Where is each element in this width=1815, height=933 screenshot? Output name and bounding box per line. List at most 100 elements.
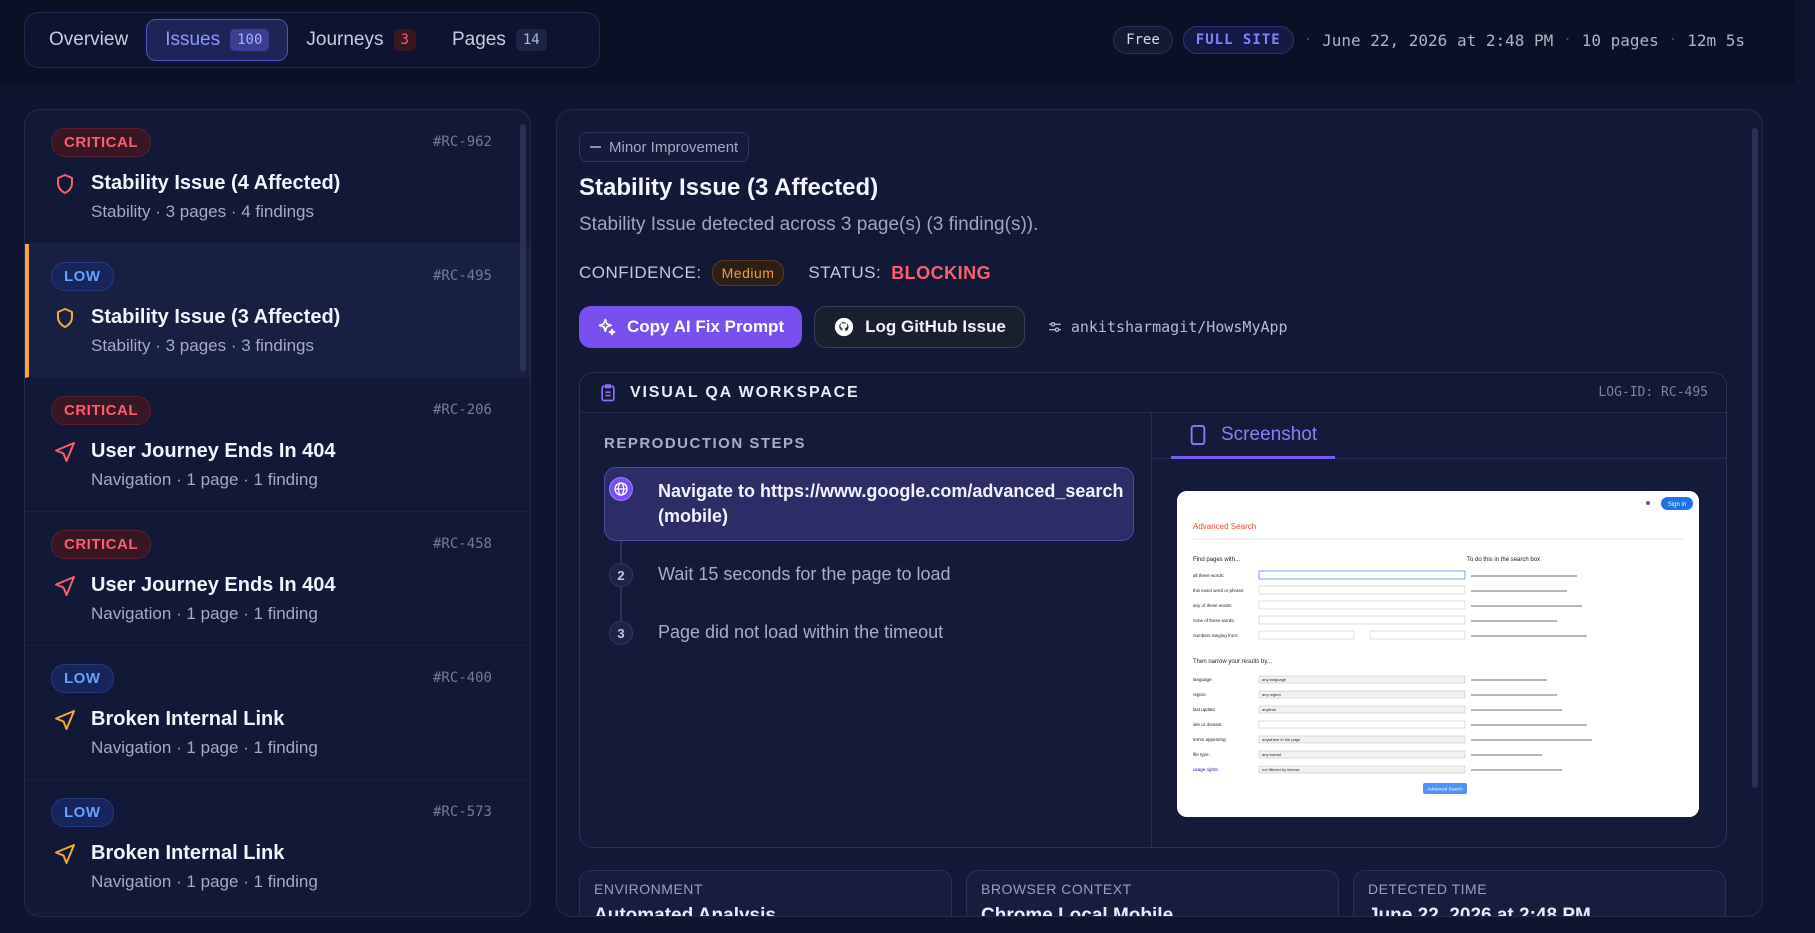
confidence-badge: Medium [711, 260, 785, 286]
severity-badge: LOW [51, 798, 114, 827]
separator-dot: · [1303, 32, 1313, 48]
screenshot-pane: Screenshot Sign in Advanced Search Find … [1153, 413, 1726, 847]
issue-subtitle: Navigation · 1 page · 1 finding [91, 604, 318, 623]
severity-badge: CRITICAL [51, 128, 151, 157]
severity-badge: CRITICAL [51, 530, 151, 559]
visual-qa-workspace: VISUAL QA WORKSPACE LOG-ID: RC-495 REPRO… [579, 372, 1727, 848]
tab-label: Overview [49, 29, 129, 50]
svg-text:usage rights:: usage rights: [1193, 767, 1219, 772]
step-text: Page did not load within the timeout [658, 622, 944, 642]
tab-issues[interactable]: Issues 100 [146, 19, 289, 61]
status-label: STATUS: [808, 263, 882, 282]
issue-list-item-selected[interactable]: LOW #RC-495 Stability Issue (3 Affected)… [25, 244, 530, 378]
svg-text:any region: any region [1262, 692, 1281, 697]
issue-list-item[interactable]: CRITICAL #RC-206 User Journey Ends In 40… [25, 378, 530, 512]
detail-title: Stability Issue (3 Affected) [579, 174, 879, 201]
svg-text:not filtered by license: not filtered by license [1262, 767, 1300, 772]
phone-icon [1190, 424, 1206, 445]
issue-type-badge: Minor Improvement [579, 132, 750, 162]
pages-count-badge: 14 [515, 29, 547, 51]
svg-text:last update:: last update: [1193, 707, 1216, 712]
repo-name: ankitsharmagit/HowsMyApp [1070, 318, 1288, 336]
plan-badge: Free [1113, 26, 1173, 54]
tab-label: Screenshot [1221, 423, 1318, 445]
tab-label: Pages [451, 29, 506, 50]
svg-text:none of these words:: none of these words: [1193, 618, 1235, 623]
repo-link[interactable]: ankitsharmagit/HowsMyApp [1047, 318, 1288, 336]
svg-text:any language: any language [1262, 677, 1287, 682]
tab-screenshot[interactable]: Screenshot [1171, 413, 1336, 459]
tab-pages[interactable]: Pages 14 [434, 19, 565, 61]
card-value: Chrome Local Mobile [981, 905, 1174, 917]
minus-icon [590, 146, 601, 148]
issue-id: #RC-206 [432, 402, 492, 418]
button-label: Log GitHub Issue [865, 317, 1006, 336]
issue-list-item[interactable]: LOW #RC-573 Broken Internal Link Navigat… [25, 780, 530, 914]
settings-sliders-icon [1048, 322, 1061, 332]
issue-title: Broken Internal Link [91, 708, 285, 730]
log-id: LOG-ID: RC-495 [1598, 385, 1708, 400]
browser-context-card: BROWSER CONTEXT Chrome Local Mobile [966, 870, 1339, 917]
issue-id: #RC-400 [432, 670, 492, 686]
svg-text:language:: language: [1193, 677, 1213, 682]
issue-subtitle: Navigation · 1 page · 1 finding [91, 872, 318, 891]
top-bar: Overview Issues 100 Journeys 3 Pages 14 … [0, 0, 1795, 84]
severity-badge: LOW [51, 664, 114, 693]
detected-time-card: DETECTED TIME June 22, 2026 at 2:48 PM [1353, 870, 1726, 917]
card-value: June 22, 2026 at 2:48 PM [1368, 905, 1591, 917]
issue-subtitle: Stability · 3 pages · 3 findings [91, 336, 315, 355]
button-label: Copy AI Fix Prompt [627, 317, 785, 336]
issue-list-item[interactable]: CRITICAL #RC-458 User Journey Ends In 40… [25, 512, 530, 646]
issue-list-item[interactable]: LOW #RC-400 Broken Internal Link Navigat… [25, 646, 530, 780]
environment-card: ENVIRONMENT Automated Analysis [579, 870, 952, 916]
detail-scrollbar[interactable] [1752, 128, 1758, 788]
card-label: ENVIRONMENT [594, 881, 703, 897]
svg-text:numbers ranging from:: numbers ranging from: [1193, 633, 1238, 638]
page-screenshot[interactable]: Sign in Advanced Search Find pages with.… [1177, 491, 1699, 817]
step-number: 3 [609, 621, 633, 645]
list-scrollbar[interactable] [520, 124, 526, 372]
tab-overview[interactable]: Overview [31, 19, 146, 61]
copy-ai-fix-prompt-button[interactable]: Copy AI Fix Prompt [579, 306, 803, 348]
detail-description: Stability Issue detected across 3 page(s… [579, 214, 1039, 235]
advanced-search-screenshot: Sign in Advanced Search Find pages with.… [1177, 491, 1699, 817]
issue-id: #RC-573 [432, 804, 492, 820]
svg-text:file type:: file type: [1193, 752, 1210, 757]
clipboard-icon [601, 383, 615, 401]
svg-text:terms appearing:: terms appearing: [1193, 737, 1227, 742]
steps-heading: REPRODUCTION STEPS [604, 435, 807, 452]
issue-id: #RC-458 [432, 536, 492, 552]
issue-title: User Journey Ends In 404 [91, 574, 336, 596]
step-number: 2 [609, 563, 633, 587]
github-icon [834, 317, 854, 337]
navigation-arrow-icon [55, 442, 75, 462]
workspace-title: VISUAL QA WORKSPACE [630, 383, 860, 401]
reproduction-steps-pane: REPRODUCTION STEPS Navigate to https://w… [580, 413, 1152, 847]
log-github-issue-button[interactable]: Log GitHub Issue [814, 306, 1025, 348]
card-label: DETECTED TIME [1368, 881, 1488, 897]
advanced-search-heading: Advanced Search [1193, 522, 1256, 531]
issue-title: Stability Issue (4 Affected) [91, 172, 341, 194]
globe-icon [609, 477, 633, 501]
svg-text:region:: region: [1193, 692, 1207, 697]
svg-text:all these words:: all these words: [1193, 573, 1224, 578]
svg-text:this exact word or phrase:: this exact word or phrase: [1193, 588, 1245, 593]
step-text: Navigate to https://www.google.com/advan… [658, 481, 1124, 526]
issue-list-item[interactable]: CRITICAL #RC-962 Stability Issue (4 Affe… [25, 110, 530, 244]
tab-journeys[interactable]: Journeys 3 [288, 19, 434, 61]
action-row: Copy AI Fix Prompt Log GitHub Issue anki… [579, 306, 1288, 348]
tab-label: Journeys [306, 29, 384, 50]
sign-in-link: Sign in [1668, 502, 1686, 508]
journeys-count-badge: 3 [393, 29, 416, 51]
issue-list: CRITICAL #RC-962 Stability Issue (4 Affe… [24, 109, 531, 917]
to-do-heading: To do this in the search box [1467, 557, 1540, 563]
main-tabs: Overview Issues 100 Journeys 3 Pages 14 [24, 12, 600, 68]
scan-date: June 22, 2026 at 2:48 PM [1322, 30, 1554, 50]
scope-badge: FULL SITE [1182, 26, 1294, 54]
separator-dot: · [1563, 32, 1572, 48]
shield-icon [57, 174, 73, 194]
navigation-arrow-icon [55, 844, 75, 864]
issue-subtitle: Navigation · 1 page · 1 finding [91, 738, 318, 757]
svg-text:any of these words:: any of these words: [1193, 603, 1232, 608]
separator-dot: · [1668, 32, 1678, 48]
